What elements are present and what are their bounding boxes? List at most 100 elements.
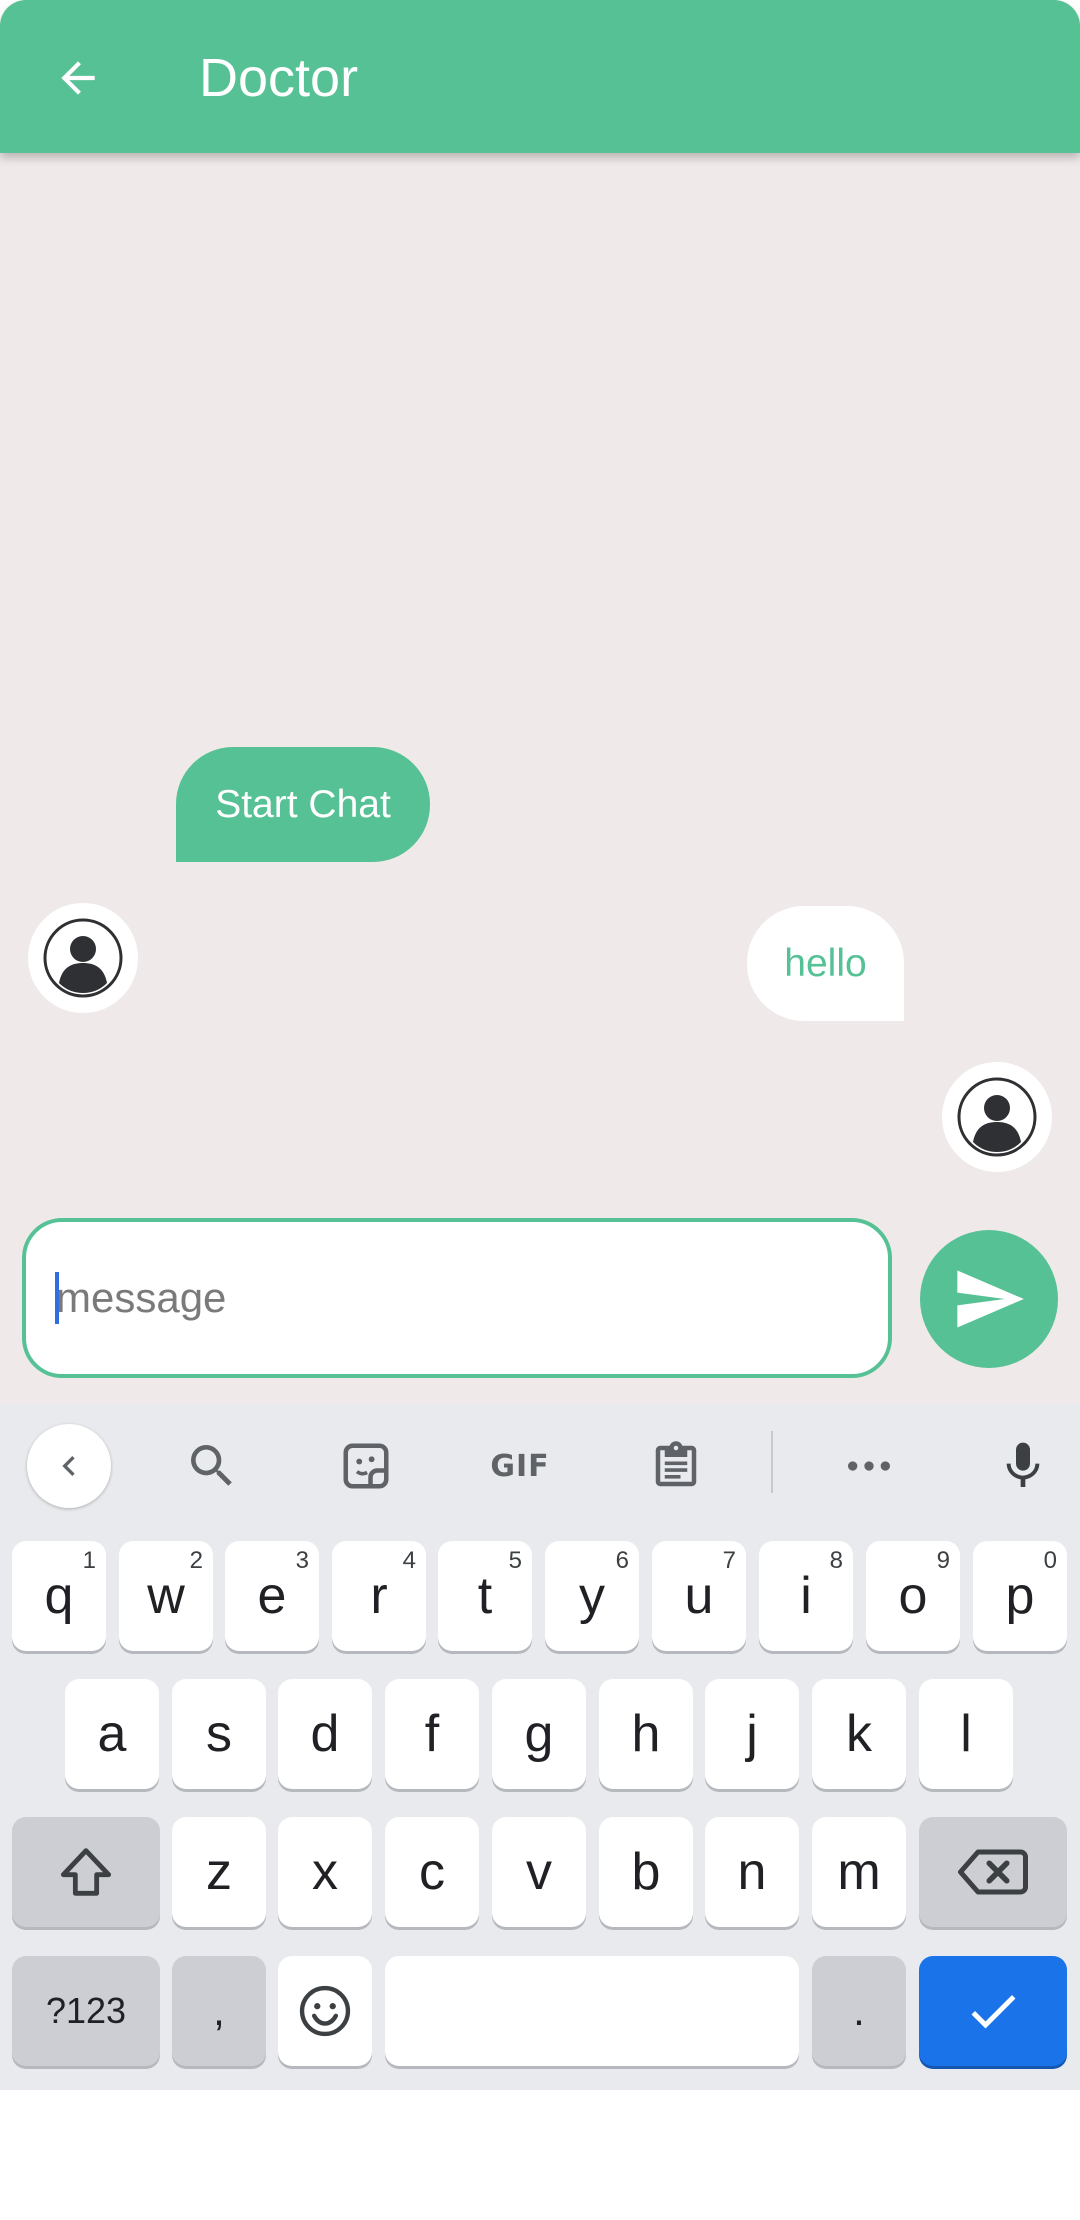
- key-number-hint: 5: [508, 1547, 522, 1574]
- key-b[interactable]: b: [599, 1817, 693, 1927]
- keyboard-voice-button[interactable]: [981, 1424, 1065, 1508]
- key-m[interactable]: m: [812, 1817, 906, 1927]
- message-list[interactable]: [0, 153, 1080, 1403]
- backspace-key[interactable]: [919, 1817, 1067, 1927]
- key-v[interactable]: v: [492, 1817, 586, 1927]
- shift-key[interactable]: [12, 1817, 160, 1927]
- enter-key[interactable]: [919, 1956, 1067, 2066]
- space-key[interactable]: [385, 1956, 799, 2066]
- shift-icon: [60, 1848, 112, 1896]
- chat-screen: Doctor Start Chat hello message GIF q 1 …: [0, 0, 1080, 2220]
- key-char: i: [800, 1567, 812, 1625]
- key-char: r: [370, 1567, 388, 1625]
- key-o[interactable]: o9: [866, 1541, 960, 1651]
- key-q[interactable]: q1: [12, 1541, 106, 1651]
- key-number-hint: 2: [189, 1547, 203, 1574]
- key-g[interactable]: g: [492, 1679, 586, 1789]
- more-horizontal-icon: [848, 1461, 890, 1471]
- key-char: u: [684, 1567, 714, 1625]
- keyboard-more-button[interactable]: [827, 1424, 911, 1508]
- symbols-key[interactable]: ?123: [12, 1956, 160, 2066]
- key-c[interactable]: c: [385, 1817, 479, 1927]
- key-h[interactable]: h: [599, 1679, 693, 1789]
- key-char: o: [898, 1567, 928, 1625]
- key-char: w: [147, 1567, 185, 1625]
- key-char: x: [312, 1843, 338, 1901]
- key-f[interactable]: f: [385, 1679, 479, 1789]
- page-title: Doctor: [199, 48, 359, 108]
- key-l[interactable]: l: [919, 1679, 1013, 1789]
- key-char: v: [526, 1843, 552, 1901]
- key-char: e: [257, 1567, 287, 1625]
- keyboard-clipboard-button[interactable]: [634, 1424, 718, 1508]
- period-key[interactable]: .: [812, 1956, 906, 2066]
- message-text: hello: [784, 941, 867, 985]
- key-y[interactable]: y6: [545, 1541, 639, 1651]
- arrow-back-icon: [61, 61, 95, 95]
- key-number-hint: 1: [82, 1547, 96, 1574]
- key-char: l: [960, 1705, 972, 1763]
- key-d[interactable]: d: [278, 1679, 372, 1789]
- key-p[interactable]: p0: [973, 1541, 1067, 1651]
- key-n[interactable]: n: [705, 1817, 799, 1927]
- send-button[interactable]: [920, 1230, 1058, 1368]
- key-char: s: [206, 1705, 232, 1763]
- key-u[interactable]: u7: [652, 1541, 746, 1651]
- text-cursor: [55, 1272, 59, 1324]
- key-char: j: [746, 1705, 758, 1763]
- key-char: y: [579, 1567, 605, 1625]
- keyboard-sticker-button[interactable]: [324, 1424, 408, 1508]
- comma-key-label: ,: [213, 1987, 225, 2034]
- key-z[interactable]: z: [172, 1817, 266, 1927]
- sticker-icon: [343, 1443, 389, 1489]
- message-text: Start Chat: [215, 782, 391, 826]
- key-char: k: [846, 1705, 872, 1763]
- keyboard-search-button[interactable]: [170, 1424, 254, 1508]
- keyboard-collapse-button[interactable]: [27, 1424, 111, 1508]
- key-char: a: [97, 1705, 127, 1763]
- emoji-key[interactable]: [278, 1956, 372, 2066]
- key-char: t: [477, 1567, 493, 1625]
- key-t[interactable]: t5: [438, 1541, 532, 1651]
- comma-key[interactable]: ,: [172, 1956, 266, 2066]
- key-w[interactable]: w2: [119, 1541, 213, 1651]
- app-bar: Doctor: [0, 0, 1080, 153]
- key-number-hint: 0: [1043, 1547, 1057, 1574]
- key-char: q: [44, 1567, 74, 1625]
- search-icon: [191, 1445, 232, 1486]
- keyboard-gif-button[interactable]: GIF: [478, 1424, 562, 1508]
- message-input[interactable]: [22, 1218, 892, 1378]
- key-char: n: [737, 1843, 767, 1901]
- symbols-key-label: ?123: [45, 1990, 127, 2031]
- gif-label: GIF: [490, 1448, 550, 1484]
- key-number-hint: 3: [295, 1547, 309, 1574]
- key-k[interactable]: k: [812, 1679, 906, 1789]
- key-i[interactable]: i8: [759, 1541, 853, 1651]
- key-r[interactable]: r4: [332, 1541, 426, 1651]
- send-icon: [957, 1270, 1024, 1328]
- navigation-bar-area: [0, 2090, 1080, 2220]
- period-key-label: .: [853, 1987, 865, 2034]
- key-e[interactable]: e3: [225, 1541, 319, 1651]
- key-char: m: [837, 1843, 881, 1901]
- key-char: b: [631, 1843, 661, 1901]
- avatar: [28, 903, 138, 1013]
- message-bubble-incoming: Start Chat: [176, 747, 430, 862]
- key-s[interactable]: s: [172, 1679, 266, 1789]
- toolbar-divider: [771, 1431, 773, 1493]
- key-j[interactable]: j: [705, 1679, 799, 1789]
- key-number-hint: 6: [615, 1547, 629, 1574]
- key-x[interactable]: x: [278, 1817, 372, 1927]
- key-a[interactable]: a: [65, 1679, 159, 1789]
- back-button[interactable]: [40, 40, 116, 116]
- key-number-hint: 8: [829, 1547, 843, 1574]
- key-char: p: [1005, 1567, 1035, 1625]
- key-number-hint: 7: [722, 1547, 736, 1574]
- key-char: d: [310, 1705, 340, 1763]
- keyboard-toolbar: GIF: [0, 1403, 1080, 1521]
- emoji-icon: [299, 1985, 351, 2037]
- key-char: g: [524, 1705, 554, 1763]
- key-char: z: [206, 1843, 232, 1901]
- chevron-left-icon: [62, 1456, 75, 1476]
- checkmark-icon: [971, 1995, 1016, 2029]
